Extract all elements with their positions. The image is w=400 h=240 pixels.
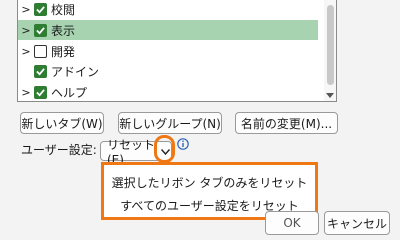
expand-arrow-icon[interactable]: > [18, 3, 34, 16]
new-tab-button[interactable]: 新しいタブ(W) [20, 112, 104, 134]
checkbox-addins[interactable] [34, 64, 47, 78]
checkbox-help[interactable] [34, 85, 47, 99]
checkbox-developer[interactable] [34, 44, 47, 58]
expand-arrow-icon[interactable]: > [18, 45, 34, 58]
tree-item-label: アドイン [51, 64, 100, 79]
expand-arrow-icon[interactable]: > [18, 86, 34, 99]
tree-item-developer[interactable]: > 開発 [18, 41, 75, 61]
rename-button[interactable]: 名前の変更(M)... [235, 112, 338, 134]
cancel-button[interactable]: キャンセル [324, 211, 390, 235]
tree-item-addins[interactable]: アドイン [18, 61, 99, 81]
menu-item-reset-selected-tab[interactable]: 選択したリボン タブのみをリセット [104, 174, 315, 191]
tree-item-review[interactable]: > 校閲 [18, 0, 75, 19]
tree-item-label: 開発 [51, 44, 76, 59]
checkbox-review[interactable] [34, 2, 47, 16]
info-icon[interactable] [177, 138, 189, 150]
ribbon-tabs-list[interactable]: > 校閲 > 表示 > 開発 アドイン > ヘルプ [17, 0, 337, 102]
ok-button[interactable]: OK [265, 211, 319, 235]
scrollbar-thumb[interactable] [327, 5, 334, 85]
tree-item-label: ヘルプ [51, 85, 88, 100]
tree-item-label: 表示 [51, 23, 76, 38]
customizations-label: ユーザー設定: [21, 143, 97, 157]
chevron-highlight-annotation [154, 135, 175, 163]
tree-item-help[interactable]: > ヘルプ [18, 82, 88, 101]
vertical-scrollbar[interactable] [324, 0, 336, 101]
tree-item-label: 校閲 [51, 2, 76, 17]
new-group-button[interactable]: 新しいグループ(N) [118, 112, 222, 134]
checkbox-view[interactable] [34, 23, 47, 37]
scroll-down-arrow-icon[interactable] [326, 91, 334, 99]
tree-item-view[interactable]: > 表示 [18, 20, 318, 40]
expand-arrow-icon[interactable]: > [18, 24, 34, 37]
